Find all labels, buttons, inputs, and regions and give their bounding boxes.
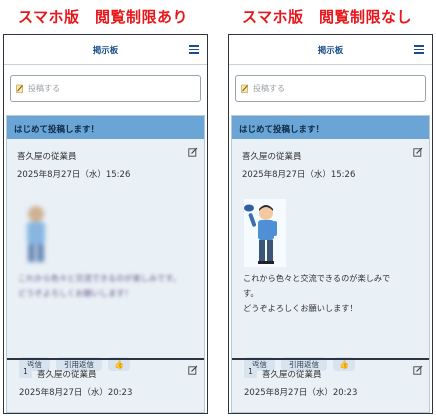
post-image-blurred — [27, 206, 45, 262]
compose-input[interactable]: 投稿する — [10, 75, 201, 102]
post-separator — [7, 358, 204, 360]
top-bar: 掲示板 — [229, 35, 432, 65]
heading-restricted: スマホ版 閲覧制限あり — [18, 8, 189, 26]
edit-icon[interactable] — [413, 147, 423, 157]
heading-unrestricted: スマホ版 閲覧制限なし — [242, 8, 413, 26]
post-date: 2025年8月27日（水）15:26 — [242, 170, 356, 180]
phone-restricted: 掲示板 投稿する はじめて投稿します！ 喜久屋の従業員 2025年8月27日（水… — [3, 34, 208, 414]
app-title: 掲示板 — [92, 46, 119, 56]
post-message: これから色々と交流できるのが楽しみで す。 どうぞよろしくお願いします！ — [243, 273, 391, 313]
thread-title: はじめて投稿します！ — [7, 116, 204, 139]
thread-title: はじめて投稿します！ — [232, 116, 429, 139]
compose-placeholder: 投稿する — [253, 84, 285, 93]
edit-icon[interactable] — [188, 365, 198, 375]
reply-date: 2025年8月27日（水）20:23 — [244, 388, 358, 398]
hamburger-icon[interactable] — [414, 45, 424, 54]
phone-unrestricted: 掲示板 投稿する はじめて投稿します！ 喜久屋の従業員 2025年8月27日（水… — [228, 34, 433, 414]
thumbs-up-icon: 👍 — [114, 359, 124, 369]
reply-number: 1 — [19, 366, 32, 378]
hamburger-icon[interactable] — [189, 45, 199, 54]
compose-input[interactable]: 投稿する — [235, 75, 426, 102]
compose-placeholder: 投稿する — [28, 84, 60, 93]
reply-author: 喜久屋の従業員 — [262, 370, 322, 380]
pencil-icon — [16, 84, 23, 93]
app-title: 掲示板 — [317, 46, 344, 56]
thread-card: はじめて投稿します！ 喜久屋の従業員 2025年8月27日（水）15:26 これ… — [231, 115, 430, 413]
pencil-icon — [241, 84, 248, 93]
post-author: 喜久屋の従業員 — [242, 152, 302, 162]
post-separator — [232, 358, 429, 360]
thumbs-up-icon: 👍 — [339, 359, 349, 369]
post-author: 喜久屋の従業員 — [17, 152, 77, 162]
reply-number: 1 — [244, 366, 257, 378]
edit-icon[interactable] — [188, 147, 198, 157]
edit-icon[interactable] — [413, 365, 423, 375]
post-image-person-waving — [244, 199, 286, 267]
thread-card: はじめて投稿します！ 喜久屋の従業員 2025年8月27日（水）15:26 これ… — [6, 115, 205, 413]
post-date: 2025年8月27日（水）15:26 — [17, 170, 131, 180]
reply-author: 喜久屋の従業員 — [37, 370, 97, 380]
top-bar: 掲示板 — [4, 35, 207, 65]
reply-date: 2025年8月27日（水）20:23 — [19, 388, 133, 398]
post-message-blurred: これから色々と交流できるのが楽しみです。 どうぞよろしくお願いします！ — [18, 273, 181, 298]
